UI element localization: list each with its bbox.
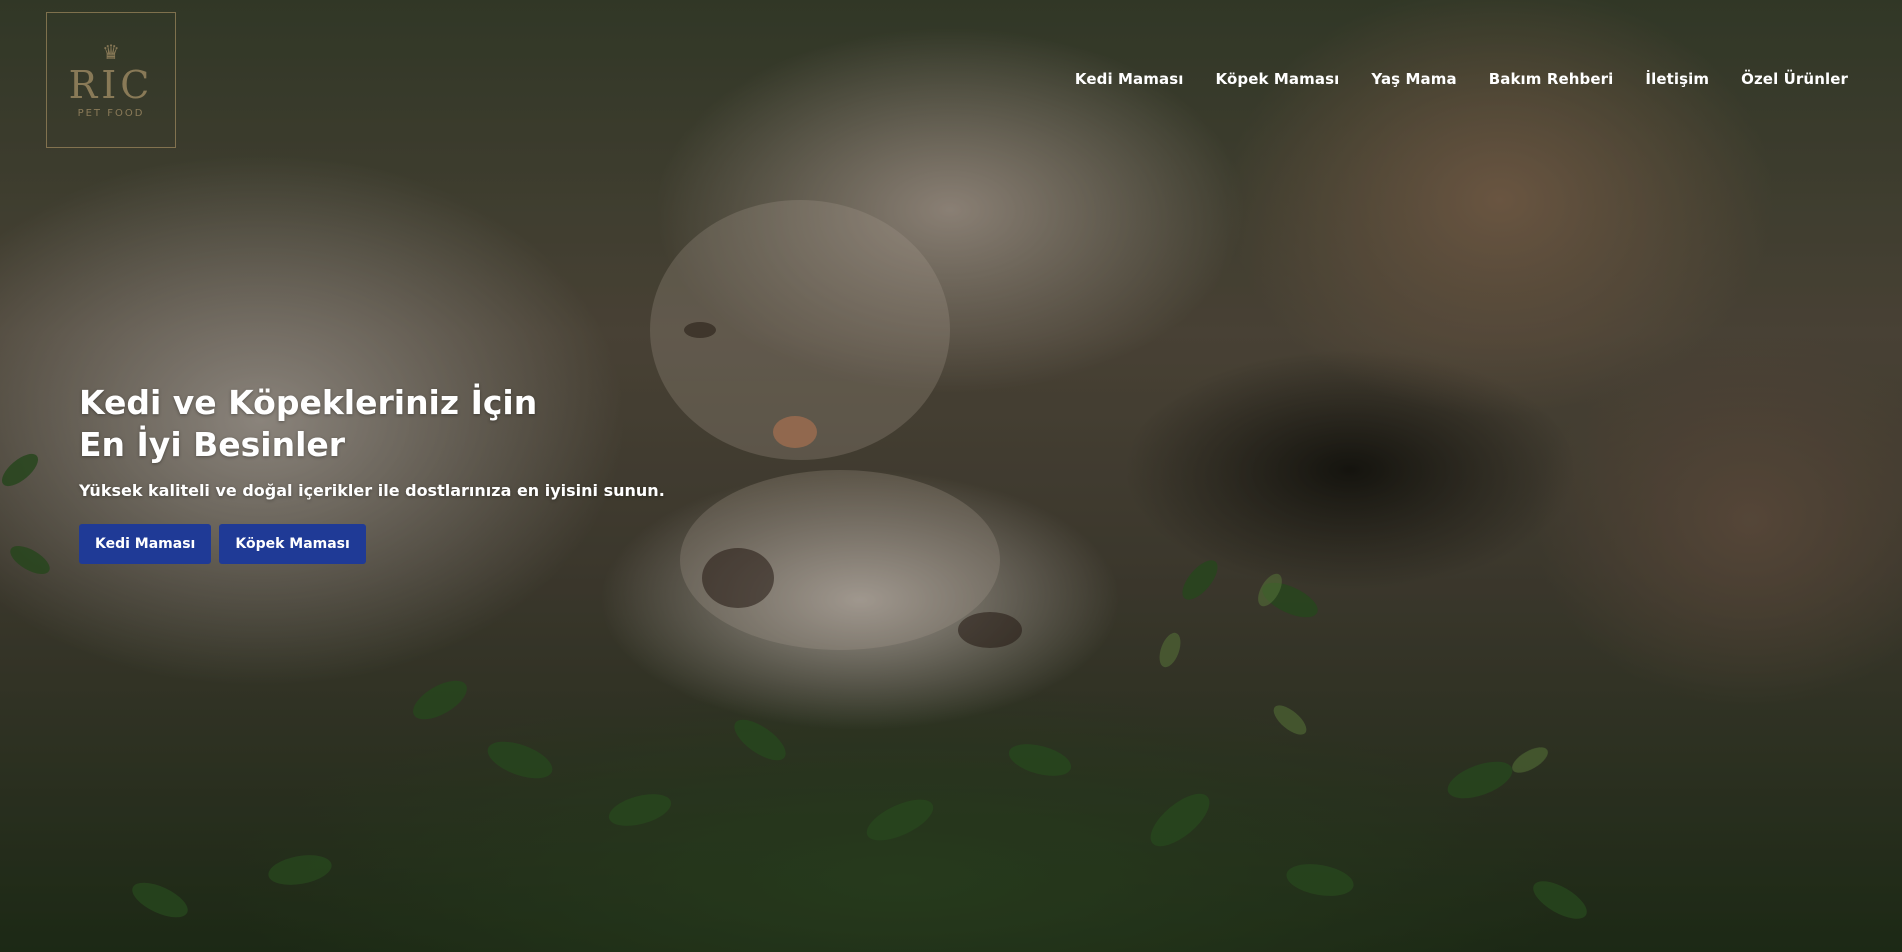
hero-headline: Kedi ve Köpekleriniz İçin En İyi Besinle… <box>79 382 779 466</box>
hero-content: Kedi ve Köpekleriniz İçin En İyi Besinle… <box>79 382 779 564</box>
brand-logo[interactable]: ♛ RIC PET FOOD <box>46 12 176 148</box>
nav-item-yas-mama[interactable]: Yaş Mama <box>1371 70 1456 88</box>
hero-cta-group: Kedi Maması Köpek Maması <box>79 524 779 564</box>
nav-item-kopek-mamasi[interactable]: Köpek Maması <box>1216 70 1340 88</box>
nav-item-bakim-rehberi[interactable]: Bakım Rehberi <box>1489 70 1614 88</box>
nav-item-kedi-mamasi[interactable]: Kedi Maması <box>1075 70 1184 88</box>
crown-icon: ♛ <box>102 39 120 64</box>
logo-text: RIC <box>68 62 154 107</box>
hero-headline-line1: Kedi ve Köpekleriniz İçin <box>79 383 538 422</box>
main-navigation: Kedi Maması Köpek Maması Yaş Mama Bakım … <box>1075 70 1848 88</box>
hero-section: ♛ RIC PET FOOD Kedi Maması Köpek Maması … <box>0 0 1902 952</box>
kedi-mamasi-button[interactable]: Kedi Maması <box>79 524 212 564</box>
logo-subtext: PET FOOD <box>77 107 145 119</box>
hero-headline-line2: En İyi Besinler <box>79 425 346 464</box>
nav-item-iletisim[interactable]: İletişim <box>1645 70 1709 88</box>
nav-item-ozel-urunler[interactable]: Özel Ürünler <box>1741 70 1848 88</box>
hero-subtitle: Yüksek kaliteli ve doğal içerikler ile d… <box>79 481 665 500</box>
kopek-mamasi-button[interactable]: Köpek Maması <box>219 524 366 564</box>
